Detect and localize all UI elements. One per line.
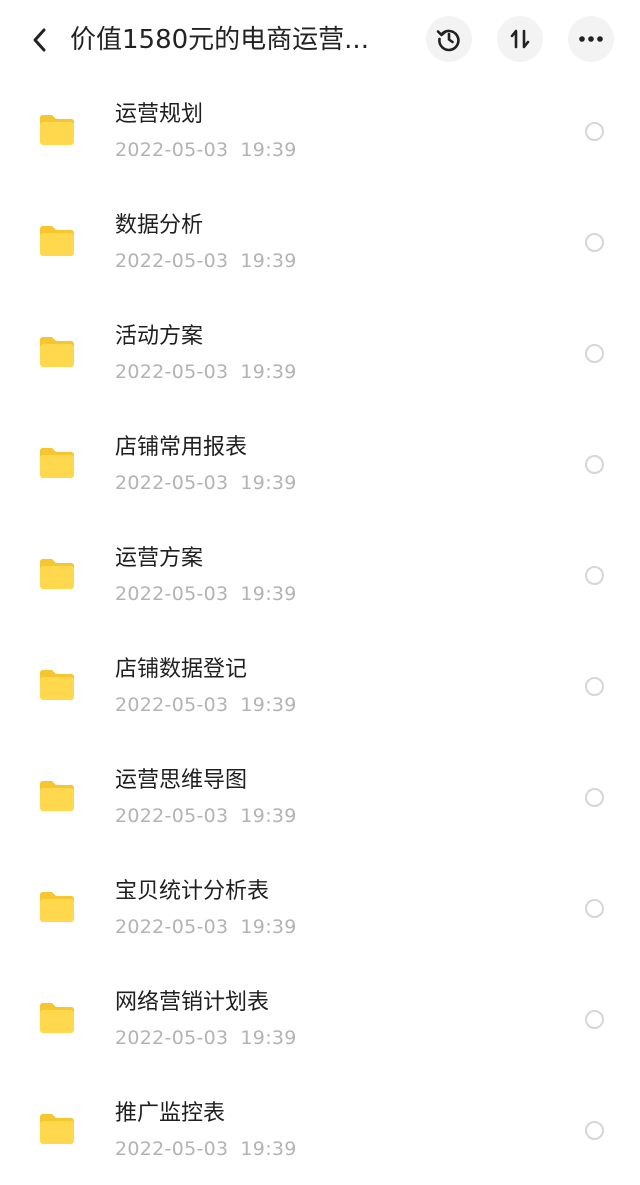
list-item[interactable]: 运营方案 2022-05-03 19:39 xyxy=(0,519,640,630)
select-radio[interactable] xyxy=(585,233,604,252)
select-radio[interactable] xyxy=(585,788,604,807)
folder-date: 2022-05-03 xyxy=(115,250,229,272)
more-button[interactable] xyxy=(568,16,614,62)
folder-modified: 2022-05-03 19:39 xyxy=(115,915,297,939)
folder-time: 19:39 xyxy=(240,694,297,716)
folder-icon xyxy=(40,1003,74,1033)
folder-icon xyxy=(40,670,74,700)
folder-time: 19:39 xyxy=(240,361,297,383)
folder-date: 2022-05-03 xyxy=(115,694,229,716)
folder-icon xyxy=(40,448,74,478)
folder-modified: 2022-05-03 19:39 xyxy=(115,1026,297,1050)
folder-modified: 2022-05-03 19:39 xyxy=(115,1137,297,1161)
list-item[interactable]: 活动方案 2022-05-03 19:39 xyxy=(0,297,640,408)
folder-modified: 2022-05-03 19:39 xyxy=(115,138,297,162)
list-item[interactable]: 网络营销计划表 2022-05-03 19:39 xyxy=(0,963,640,1074)
folder-date: 2022-05-03 xyxy=(115,1027,229,1049)
select-radio[interactable] xyxy=(585,122,604,141)
folder-date: 2022-05-03 xyxy=(115,361,229,383)
folder-modified: 2022-05-03 19:39 xyxy=(115,693,297,717)
top-bar: 价值1580元的电商运营... xyxy=(0,0,640,80)
history-button[interactable] xyxy=(426,16,472,62)
folder-name: 店铺数据登记 xyxy=(115,657,248,682)
folder-name: 运营规划 xyxy=(115,102,204,127)
sort-icon xyxy=(510,29,530,49)
folder-date: 2022-05-03 xyxy=(115,916,229,938)
select-radio[interactable] xyxy=(585,344,604,363)
folder-name: 运营思维导图 xyxy=(115,768,248,793)
folder-time: 19:39 xyxy=(240,583,297,605)
list-item[interactable]: 运营思维导图 2022-05-03 19:39 xyxy=(0,741,640,852)
folder-time: 19:39 xyxy=(240,139,297,161)
sort-button[interactable] xyxy=(497,16,543,62)
select-radio[interactable] xyxy=(585,566,604,585)
folder-name: 店铺常用报表 xyxy=(115,435,248,460)
folder-modified: 2022-05-03 19:39 xyxy=(115,471,297,495)
folder-time: 19:39 xyxy=(240,250,297,272)
more-horizontal-icon xyxy=(579,36,603,42)
folder-date: 2022-05-03 xyxy=(115,472,229,494)
folder-icon xyxy=(40,337,74,367)
history-icon xyxy=(436,29,460,52)
folder-icon xyxy=(40,1114,74,1144)
folder-icon xyxy=(40,115,74,145)
folder-name: 网络营销计划表 xyxy=(115,990,270,1015)
folder-icon xyxy=(40,226,74,256)
folder-name: 推广监控表 xyxy=(115,1101,226,1126)
folder-modified: 2022-05-03 19:39 xyxy=(115,360,297,384)
list-item[interactable]: 店铺常用报表 2022-05-03 19:39 xyxy=(0,408,640,519)
folder-date: 2022-05-03 xyxy=(115,1138,229,1160)
folder-time: 19:39 xyxy=(240,472,297,494)
folder-list: 运营规划 2022-05-03 19:39 数据分析 2022-05-03 19:3… xyxy=(0,75,640,1185)
folder-time: 19:39 xyxy=(240,1138,297,1160)
folder-time: 19:39 xyxy=(240,805,297,827)
list-item[interactable]: 店铺数据登记 2022-05-03 19:39 xyxy=(0,630,640,741)
folder-modified: 2022-05-03 19:39 xyxy=(115,582,297,606)
select-radio[interactable] xyxy=(585,1121,604,1140)
folder-date: 2022-05-03 xyxy=(115,805,229,827)
back-button[interactable] xyxy=(22,22,58,58)
select-radio[interactable] xyxy=(585,899,604,918)
list-item[interactable]: 运营规划 2022-05-03 19:39 xyxy=(0,75,640,186)
select-radio[interactable] xyxy=(585,1010,604,1029)
chevron-left-icon xyxy=(33,28,46,52)
folder-date: 2022-05-03 xyxy=(115,583,229,605)
folder-icon xyxy=(40,781,74,811)
folder-date: 2022-05-03 xyxy=(115,139,229,161)
list-item[interactable]: 推广监控表 2022-05-03 19:39 xyxy=(0,1074,640,1185)
folder-name: 数据分析 xyxy=(115,213,204,238)
page-title: 价值1580元的电商运营... xyxy=(70,25,369,55)
folder-time: 19:39 xyxy=(240,1027,297,1049)
folder-name: 运营方案 xyxy=(115,546,204,571)
list-item[interactable]: 数据分析 2022-05-03 19:39 xyxy=(0,186,640,297)
folder-name: 活动方案 xyxy=(115,324,204,349)
folder-modified: 2022-05-03 19:39 xyxy=(115,249,297,273)
list-item[interactable]: 宝贝统计分析表 2022-05-03 19:39 xyxy=(0,852,640,963)
select-radio[interactable] xyxy=(585,677,604,696)
folder-time: 19:39 xyxy=(240,916,297,938)
folder-icon xyxy=(40,559,74,589)
folder-modified: 2022-05-03 19:39 xyxy=(115,804,297,828)
select-radio[interactable] xyxy=(585,455,604,474)
folder-icon xyxy=(40,892,74,922)
folder-name: 宝贝统计分析表 xyxy=(115,879,270,904)
